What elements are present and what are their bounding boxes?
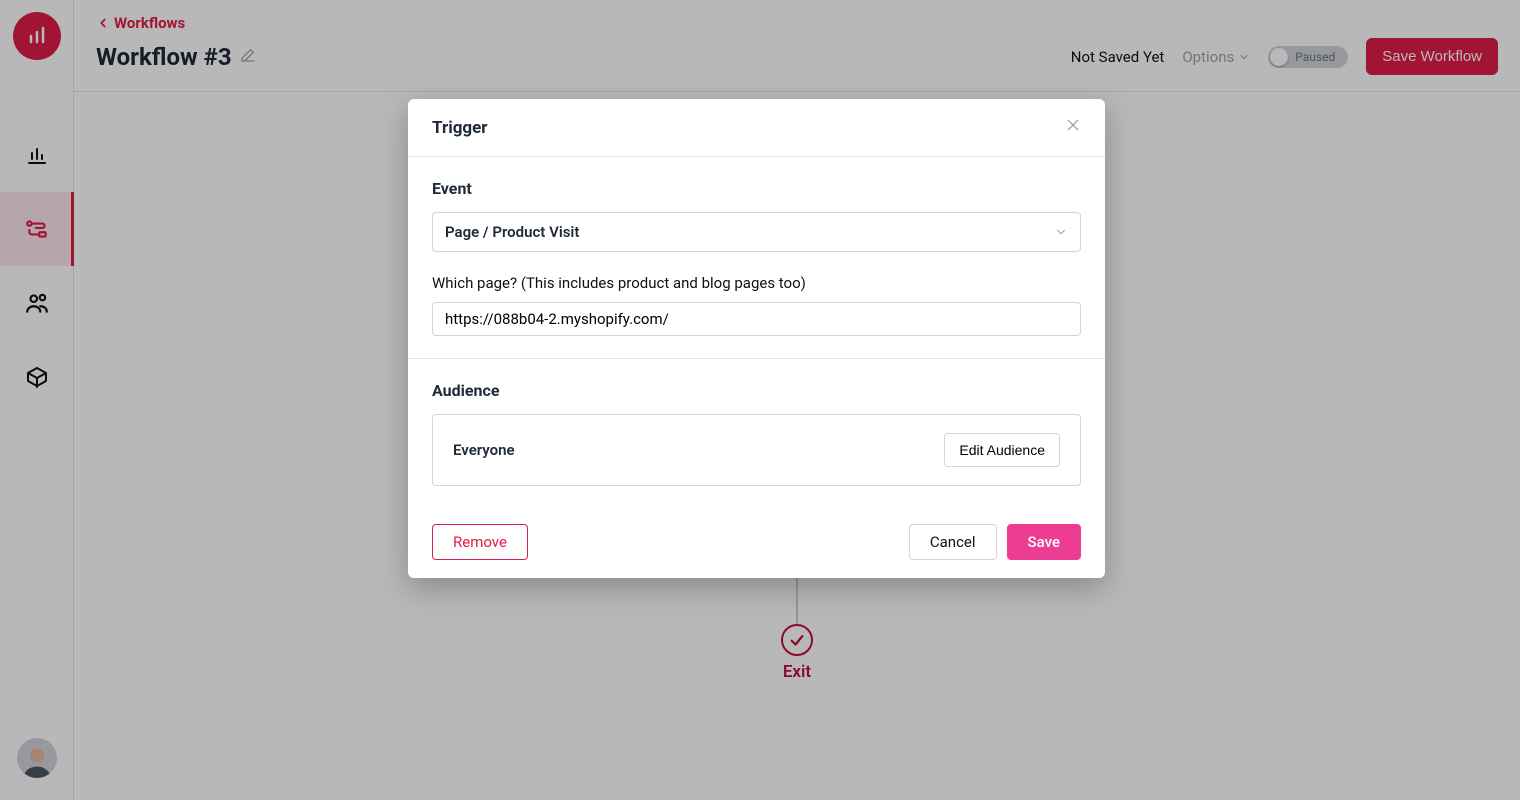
event-select-value: Page / Product Visit <box>445 223 579 241</box>
audience-value: Everyone <box>453 441 515 459</box>
page-url-input[interactable] <box>432 302 1081 336</box>
modal-title: Trigger <box>432 118 488 138</box>
cancel-button[interactable]: Cancel <box>909 524 997 560</box>
page-question-label: Which page? (This includes product and b… <box>432 274 1081 292</box>
modal-close-button[interactable] <box>1065 117 1081 138</box>
section-divider <box>408 358 1105 359</box>
edit-audience-button[interactable]: Edit Audience <box>944 433 1060 467</box>
event-section-label: Event <box>432 179 1081 198</box>
close-icon <box>1065 117 1081 133</box>
chevron-down-icon <box>1054 225 1068 239</box>
save-button[interactable]: Save <box>1007 524 1081 560</box>
event-select[interactable]: Page / Product Visit <box>432 212 1081 252</box>
modal-body: Event Page / Product Visit Which page? (… <box>408 157 1105 510</box>
audience-box: Everyone Edit Audience <box>432 414 1081 486</box>
modal-header: Trigger <box>408 99 1105 157</box>
trigger-modal: Trigger Event Page / Product Visit Which… <box>408 99 1105 578</box>
modal-footer: Remove Cancel Save <box>408 510 1105 578</box>
audience-section-label: Audience <box>432 381 1081 400</box>
remove-button[interactable]: Remove <box>432 524 528 560</box>
